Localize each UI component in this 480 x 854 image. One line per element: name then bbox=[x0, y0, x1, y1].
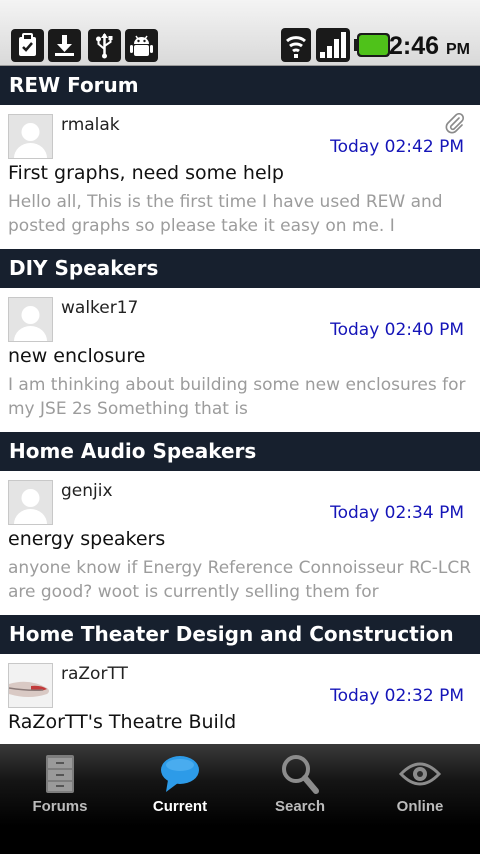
android-debug-icon bbox=[125, 29, 158, 62]
avatar bbox=[8, 663, 53, 708]
post-snippet: I am thinking about building some new en… bbox=[8, 375, 466, 419]
wifi-icon bbox=[281, 28, 311, 62]
speech-bubble-icon bbox=[158, 752, 202, 796]
avatar bbox=[8, 480, 53, 525]
status-bar: 2:46 PM bbox=[0, 0, 480, 66]
post-title: First graphs, need some help bbox=[8, 162, 284, 184]
post-author: genjix bbox=[61, 481, 113, 501]
download-icon bbox=[48, 29, 81, 62]
post-title: new enclosure bbox=[8, 345, 146, 367]
post-snippet: anyone know if Energy Reference Connoiss… bbox=[8, 558, 472, 602]
post-author: walker17 bbox=[61, 298, 139, 318]
post-author: raZorTT bbox=[61, 664, 128, 684]
section-header-home-theater-design[interactable]: Home Theater Design and Construction bbox=[0, 615, 480, 654]
tab-online-label: Online bbox=[396, 798, 444, 815]
tab-current[interactable]: Current bbox=[120, 744, 240, 826]
clipboard-icon bbox=[11, 29, 44, 62]
post-time: Today 02:40 PM bbox=[330, 320, 464, 340]
section-header-home-audio-speakers[interactable]: Home Audio Speakers bbox=[0, 432, 480, 471]
post-item[interactable]: genjix Today 02:34 PM energy speakers an… bbox=[0, 471, 480, 615]
current-posts-feed[interactable]: REW Forum rmalak Today 02:42 PM First gr… bbox=[0, 66, 480, 744]
paperclip-icon bbox=[444, 112, 466, 135]
avatar bbox=[8, 297, 53, 342]
tab-current-label: Current bbox=[152, 798, 208, 815]
tab-search-label: Search bbox=[274, 798, 326, 815]
post-item[interactable]: walker17 Today 02:40 PM new enclosure I … bbox=[0, 288, 480, 432]
bottom-bezel bbox=[0, 826, 480, 854]
section-header-diy-speakers[interactable]: DIY Speakers bbox=[0, 249, 480, 288]
avatar bbox=[8, 114, 53, 159]
cabinet-icon bbox=[38, 752, 82, 796]
clock-time: 2:46 bbox=[389, 32, 440, 60]
post-snippet: Hello all, This is the first time I have… bbox=[8, 192, 443, 236]
post-item[interactable]: raZorTT Today 02:32 PM RaZorTT's Theatre… bbox=[0, 654, 480, 744]
eye-icon bbox=[398, 752, 442, 796]
post-time: Today 02:42 PM bbox=[330, 137, 464, 157]
clock-ampm: PM bbox=[446, 41, 470, 58]
usb-icon bbox=[88, 29, 121, 62]
tab-forums-label: Forums bbox=[32, 798, 88, 815]
section-header-rew-forum[interactable]: REW Forum bbox=[0, 66, 480, 105]
post-item[interactable]: rmalak Today 02:42 PM First graphs, need… bbox=[0, 105, 480, 249]
clock: 2:46 PM bbox=[389, 30, 470, 62]
post-title: energy speakers bbox=[8, 528, 166, 550]
bottom-tab-bar: Forums Current Search Online bbox=[0, 744, 480, 826]
battery-icon bbox=[354, 33, 390, 57]
magnifier-icon bbox=[278, 752, 322, 796]
tab-search[interactable]: Search bbox=[240, 744, 360, 826]
signal-icon bbox=[316, 28, 350, 62]
tab-forums[interactable]: Forums bbox=[0, 744, 120, 826]
tab-online[interactable]: Online bbox=[360, 744, 480, 826]
post-time: Today 02:32 PM bbox=[330, 686, 464, 706]
post-title: RaZorTT's Theatre Build bbox=[8, 711, 237, 733]
post-author: rmalak bbox=[61, 115, 120, 135]
post-time: Today 02:34 PM bbox=[330, 503, 464, 523]
